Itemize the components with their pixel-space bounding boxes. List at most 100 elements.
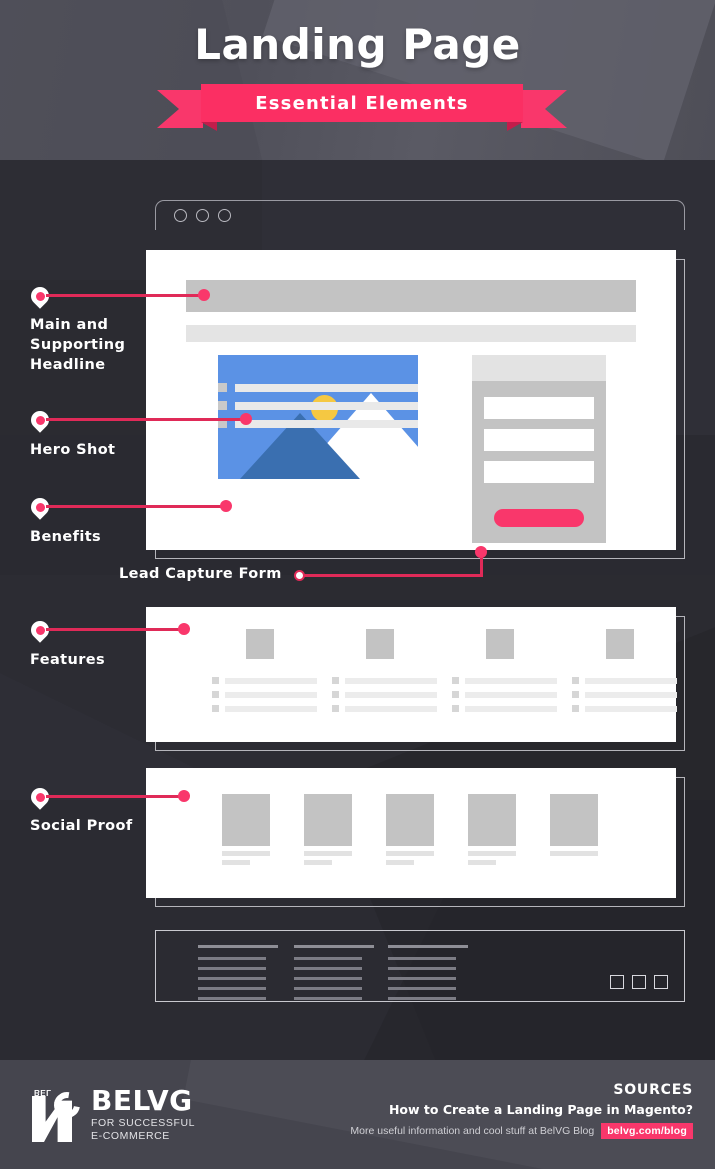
footer-link-bar (198, 977, 266, 980)
features-panel-surface (146, 607, 677, 742)
pin-icon-features (27, 617, 53, 645)
ribbon-body: Essential Elements (201, 84, 523, 122)
feature-bullet-icon (452, 691, 459, 698)
belvg-logo-text: BELVG FOR SUCCESSFUL E-COMMERCE (91, 1087, 195, 1143)
footer-link-bar (198, 987, 266, 990)
browser-dot-icon-3 (218, 209, 231, 222)
social-text-bar-primary (222, 851, 270, 856)
benefit-bullet-icon (218, 401, 227, 410)
social-text-bar-primary (468, 851, 516, 856)
feature-icon-placeholder (246, 629, 274, 659)
benefit-text-bar (235, 420, 418, 428)
form-input-field[interactable] (484, 461, 594, 483)
feature-text-bar (345, 705, 437, 712)
page-title: Landing Page (194, 20, 521, 69)
features-mockup-panel (146, 607, 685, 751)
social-thumbnail-placeholder (222, 794, 270, 846)
feature-bullet-icon (212, 705, 219, 712)
sources-title: SOURCES (613, 1082, 693, 1098)
blog-url-badge[interactable]: belvg.com/blog (601, 1123, 693, 1139)
leader-line-hero-shot (46, 418, 248, 421)
leader-line-lead-capture-horizontal (303, 574, 483, 577)
leader-endpoint-hero-shot (240, 413, 252, 425)
social-thumbnail-placeholder (386, 794, 434, 846)
feature-bullet-icon (452, 677, 459, 684)
feature-text-bar (465, 705, 557, 712)
ribbon-banner: Essential Elements (157, 84, 567, 131)
benefit-text-bar (235, 384, 418, 392)
social-icon-1[interactable] (610, 975, 624, 989)
feature-row (452, 691, 557, 698)
belvg-logo: BEL BELVG FOR SUCCESSFUL E-COMMERCE (32, 1087, 195, 1143)
pin-icon-hero-shot (27, 407, 53, 435)
browser-chrome-bar (155, 200, 685, 230)
pin-icon-headline (27, 283, 53, 311)
pin-icon-social-proof (27, 784, 53, 812)
feature-row (452, 705, 557, 712)
leader-line-headline (46, 294, 206, 297)
feature-bullet-icon (452, 705, 459, 712)
footer-link-bar (198, 967, 266, 970)
feature-bullet-icon (572, 705, 579, 712)
leader-endpoint-social-proof (178, 790, 190, 802)
pin-core-dot (36, 416, 45, 425)
feature-text-bar (465, 677, 557, 684)
feature-text-bar (225, 691, 317, 698)
footer-link-bar (294, 977, 362, 980)
leader-endpoint-benefits (220, 500, 232, 512)
social-text-bar-secondary (304, 860, 332, 865)
feature-row (212, 677, 317, 684)
social-icon-3[interactable] (654, 975, 668, 989)
footer-link-bar (294, 957, 362, 960)
footer-link-bar (388, 987, 456, 990)
ribbon-tail-left (157, 90, 203, 128)
footer-link-bar (294, 967, 362, 970)
subheadline-placeholder-bar (186, 325, 636, 342)
sources-note: More useful information and cool stuff a… (350, 1125, 595, 1137)
form-header-strip (472, 355, 606, 381)
leader-endpoint-headline (198, 289, 210, 301)
social-thumbnail-placeholder (468, 794, 516, 846)
feature-text-bar (345, 691, 437, 698)
social-panel-surface (146, 768, 676, 898)
leader-endpoint-features (178, 623, 190, 635)
pin-core-dot (36, 793, 45, 802)
feature-icon-placeholder (486, 629, 514, 659)
footer-column-heading-bar (294, 945, 374, 948)
footer-column-heading-bar (388, 945, 468, 948)
logo-tagline-line1: FOR SUCCESSFUL (91, 1117, 196, 1129)
callout-label-benefits: Benefits (30, 529, 102, 545)
feature-text-bar (585, 677, 677, 684)
infographic-page: Landing Page Essential Elements Main and… (0, 0, 715, 1169)
logo-tagline-line2: E-COMMERCE (91, 1130, 170, 1142)
feature-row (572, 677, 677, 684)
callout-label-features: Features (30, 652, 106, 668)
form-input-field[interactable] (484, 397, 594, 419)
social-thumbnail-placeholder (304, 794, 352, 846)
lead-capture-form-mockup[interactable] (472, 355, 606, 543)
callout-label-social-proof: Social Proof (30, 818, 133, 834)
feature-bullet-icon (212, 677, 219, 684)
feature-row (332, 691, 437, 698)
form-submit-button[interactable] (494, 509, 584, 527)
social-text-bar-primary (386, 851, 434, 856)
feature-row (332, 677, 437, 684)
feature-row (212, 705, 317, 712)
social-icon-2[interactable] (632, 975, 646, 989)
browser-dot-icon-2 (196, 209, 209, 222)
form-input-field[interactable] (484, 429, 594, 451)
feature-bullet-icon (572, 677, 579, 684)
feature-row (212, 691, 317, 698)
footer-link-bar (198, 957, 266, 960)
feature-bullet-icon (332, 705, 339, 712)
feature-text-bar (225, 677, 317, 684)
feature-icon-placeholder (366, 629, 394, 659)
leader-line-features (46, 628, 186, 631)
callout-label-hero-shot: Hero Shot (30, 442, 116, 458)
benefit-text-bar (235, 402, 418, 410)
pin-core-dot (36, 292, 45, 301)
feature-text-bar (225, 705, 317, 712)
feature-row (452, 677, 557, 684)
sources-block: SOURCES How to Create a Landing Page in … (350, 1082, 693, 1139)
footer-link-bar (198, 997, 266, 1000)
